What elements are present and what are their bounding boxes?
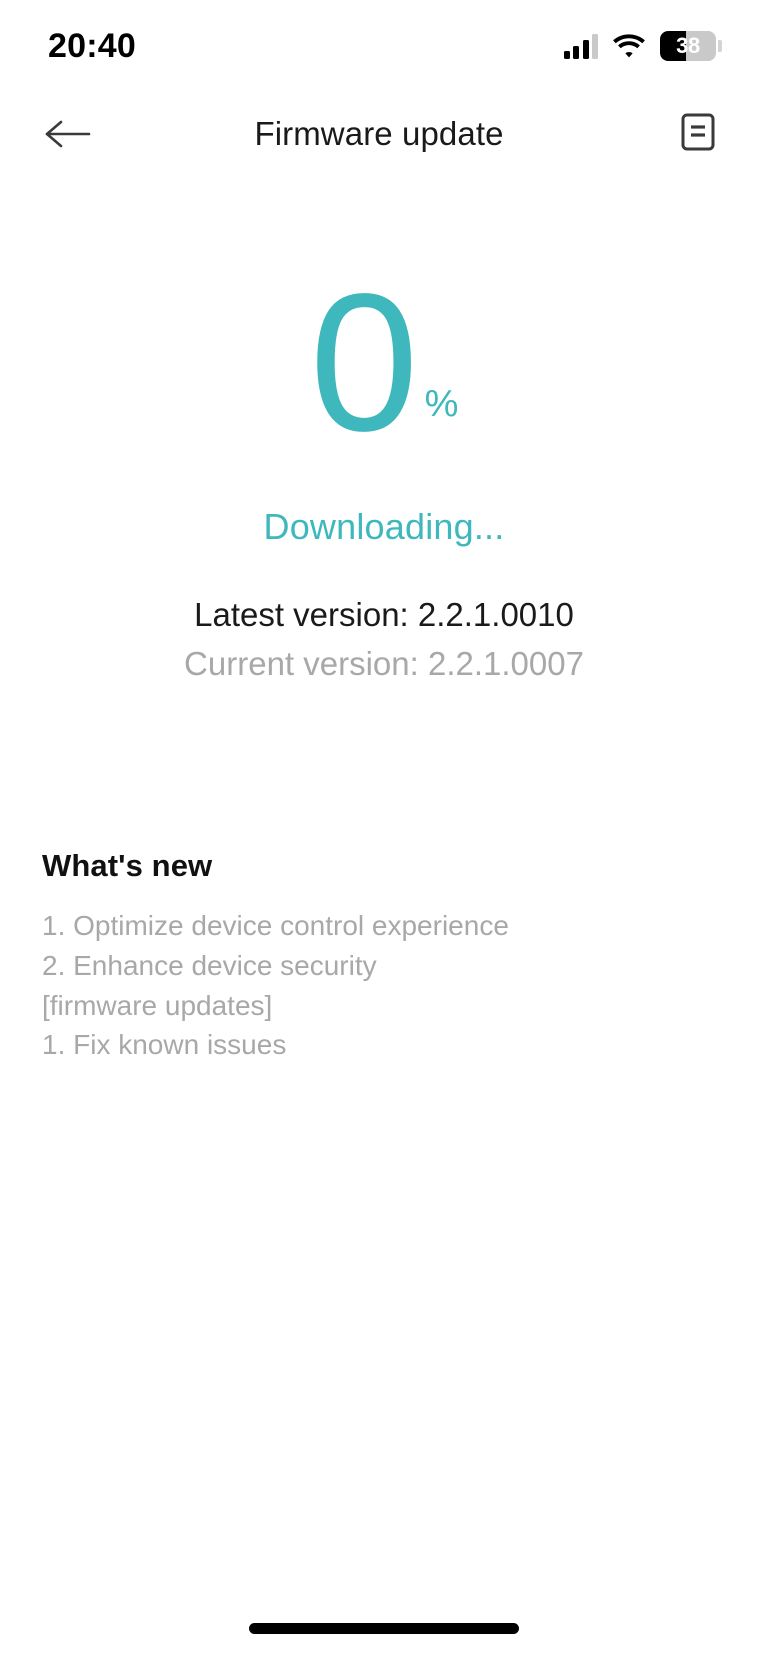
- progress-percent-value: 0: [309, 253, 419, 473]
- progress-percent-unit: %: [424, 383, 459, 425]
- whats-new-section: What's new 1. Optimize device control ex…: [0, 848, 768, 1065]
- battery-icon: 38: [660, 31, 722, 61]
- battery-percent-label: 38: [676, 33, 700, 58]
- status-bar: 20:40 38: [0, 0, 768, 92]
- current-version-label: Current version: 2.2.1.0007: [184, 645, 584, 682]
- list-item: 1. Fix known issues: [42, 1029, 287, 1061]
- status-time: 20:40: [48, 26, 136, 65]
- list-item: 1. Optimize device control experience: [42, 910, 509, 941]
- status-icons: 38: [563, 31, 722, 61]
- page-title: Firmware update: [254, 115, 504, 152]
- latest-version-label: Latest version: 2.2.1.0010: [194, 596, 574, 633]
- list-item: 2. Enhance device security: [42, 949, 377, 981]
- download-status-label: Downloading...: [263, 506, 505, 547]
- update-log-icon: [680, 112, 716, 157]
- progress-percent-row: 0 %: [0, 253, 768, 473]
- download-progress-section: 0 % Downloading... Latest version: 2.2.1…: [0, 253, 768, 683]
- list-item: [firmware updates]: [42, 989, 273, 1021]
- firmware-update-screen: 20:40 38 Firmware update 0 % Downloading…: [0, 0, 768, 1662]
- wifi-icon: [612, 33, 646, 59]
- home-indicator[interactable]: [249, 1623, 519, 1634]
- update-log-button[interactable]: [668, 104, 728, 164]
- whats-new-title: What's new: [42, 848, 213, 883]
- app-bar: Firmware update: [0, 92, 768, 176]
- whats-new-list: 1. Optimize device control experience 2.…: [42, 906, 726, 1065]
- cellular-signal-icon: [563, 33, 598, 59]
- back-arrow-icon: [44, 117, 92, 151]
